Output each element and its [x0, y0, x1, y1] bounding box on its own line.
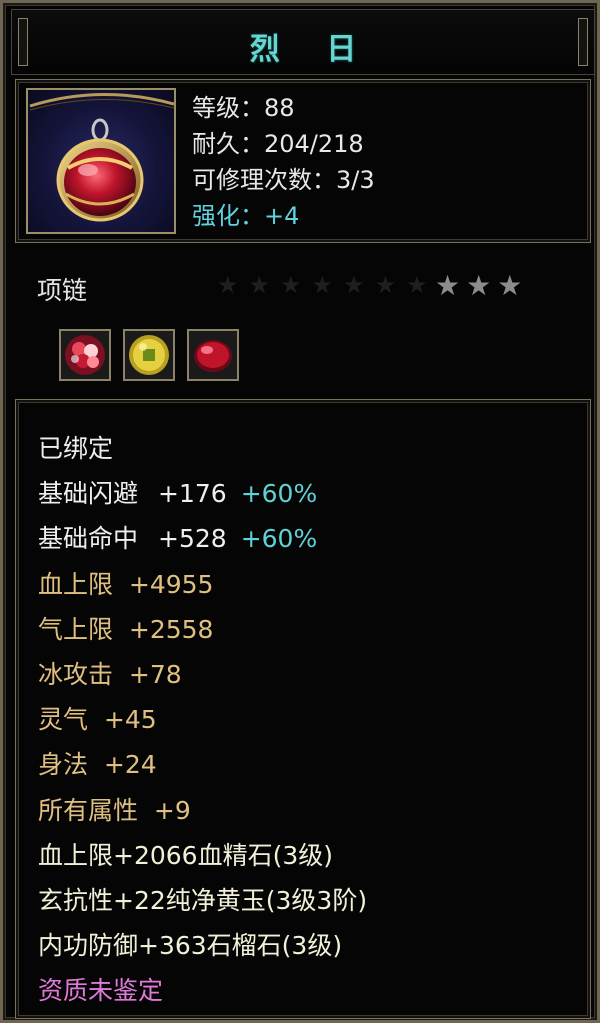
yellow-jade-coin-gem-icon[interactable]: [123, 329, 175, 381]
ruby-cluster-gem-icon[interactable]: [59, 329, 111, 381]
attr-agility: 身法 +24: [38, 750, 157, 780]
attr-spirit: 灵气 +45: [38, 705, 157, 735]
repair-count-stat: 可修理次数：3/3: [192, 166, 375, 194]
red-garnet-gem-icon[interactable]: [187, 329, 239, 381]
title-bar: 烈 日: [11, 9, 595, 75]
bound-status: 已绑定: [38, 434, 114, 463]
durability-stat: 耐久：204/218: [192, 130, 364, 158]
item-tooltip-panel: 烈 日 等级：88 耐久：204/218 可修理次数：3/3 强化：+4 项链 …: [0, 0, 600, 1023]
attr-label: 基础闪避: [38, 479, 139, 509]
attributes-box: 已绑定 基础闪避 +176 +60% 基础命中 +528 +60% 血上限 +4955 …: [15, 399, 591, 1019]
level-stat: 等级：88: [192, 94, 295, 122]
gem-attr-line-1: 血上限+2066血精石(3级): [38, 840, 333, 870]
attr-ice-attack: 冰攻击 +78: [38, 659, 182, 689]
item-name: 烈 日: [249, 32, 375, 67]
item-header: 等级：88 耐久：204/218 可修理次数：3/3 强化：+4: [15, 79, 591, 243]
item-stats: 等级：88 耐久：204/218 可修理次数：3/3 强化：+4: [192, 90, 375, 234]
attr-hp-max: 血上限 +4955: [38, 569, 214, 599]
quality-status: 资质未鉴定: [38, 976, 164, 1006]
enhance-stat: 强化：+4: [192, 202, 300, 230]
attribute-list: 已绑定 基础闪避 +176 +60% 基础命中 +528 +60% 血上限 +4955 …: [38, 426, 367, 1013]
attr-value: +176: [158, 479, 227, 509]
attr-bonus: +60%: [240, 524, 318, 554]
red-gem-pendant-icon: [26, 88, 176, 234]
attr-all-attributes: 所有属性 +9: [38, 795, 191, 825]
title-bar-right-cap: [578, 18, 588, 66]
attr-value: +528: [158, 524, 227, 554]
attr-base-dodge: 基础闪避 +176 +60%: [38, 471, 367, 516]
empty-stars: ★★★★★★★: [217, 271, 438, 299]
attr-bonus: +60%: [240, 479, 318, 509]
attr-label: 基础命中: [38, 524, 139, 554]
item-type: 项链: [37, 276, 88, 305]
attr-base-hit: 基础命中 +528 +60%: [38, 516, 367, 561]
gem-attr-line-2: 玄抗性+22纯净黄玉(3级3阶): [38, 885, 368, 915]
attr-qi-max: 气上限 +2558: [38, 614, 214, 644]
star-rating: ★★★: [435, 269, 529, 302]
gem-attr-line-3: 内功防御+363石榴石(3级): [38, 931, 343, 961]
